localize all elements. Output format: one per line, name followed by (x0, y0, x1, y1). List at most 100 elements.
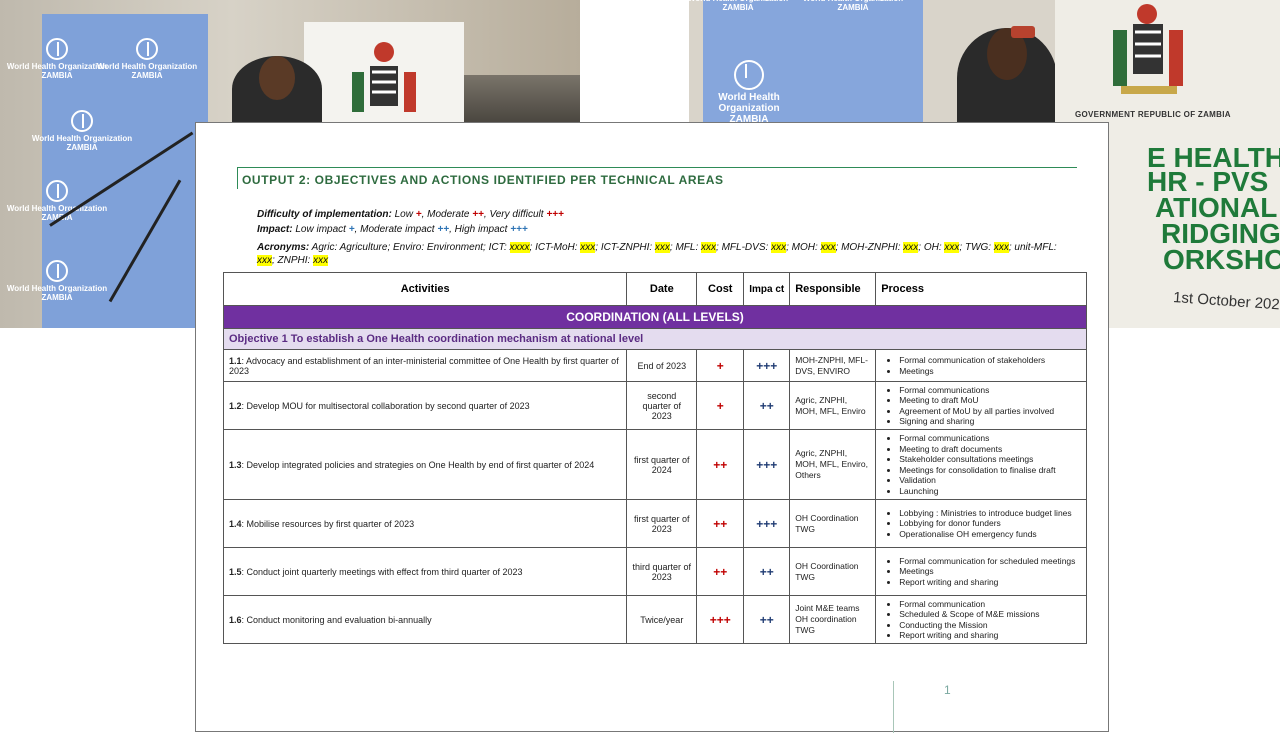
banner-label: World Health Organization (718, 92, 780, 114)
responsible-cell: Joint M&E teams OH coordination TWG (789, 595, 877, 644)
activity-id: 1.2 (229, 400, 242, 411)
header-responsible: Responsible (789, 272, 877, 306)
impact-low: Low impact (295, 224, 346, 235)
acronym-placeholder: xxxx (509, 242, 530, 253)
process-item: Formal communications (899, 385, 1081, 396)
page-number: 1 (944, 683, 951, 697)
wall-ornament (1011, 26, 1035, 38)
activity-cell: 1.5: Conduct joint quarterly meetings wi… (222, 547, 628, 596)
activity-cell: 1.4: Mobilise resources by first quarter… (222, 499, 628, 548)
acronym-placeholder: xxx (771, 242, 787, 253)
acronym-text: ; MOH: (786, 242, 818, 253)
banner-label: World Health Organization (6, 284, 108, 293)
table-row: 1.2: Develop MOU for multisectoral colla… (222, 381, 1087, 430)
banner-country: ZAMBIA (41, 293, 73, 302)
acronym-text: ; MFL-DVS: (716, 242, 769, 253)
who-banner-left: World Health Organization ZAMBIA World He… (7, 14, 208, 328)
difficulty-low: Low (394, 209, 413, 220)
difficulty-legend: Difficulty of implementation: Low +, Mod… (257, 209, 564, 220)
coat-of-arms-icon (352, 42, 416, 112)
process-item: Conducting the Mission (899, 620, 1081, 631)
impact-low-mark: + (348, 224, 355, 235)
cost-cell: + (696, 381, 745, 430)
impact-high-mark: +++ (510, 224, 528, 235)
difficulty-low-mark: + (415, 209, 422, 220)
banner-country: ZAMBIA (722, 3, 754, 12)
objective-row: Objective 1 To establish a One Health co… (223, 328, 1087, 350)
process-list: Formal communication for scheduled meeti… (881, 556, 1081, 588)
impact-cell: ++ (743, 595, 791, 644)
who-logo-icon (46, 180, 68, 202)
impact-cell: ++ (743, 547, 791, 596)
process-cell: Formal communicationsMeeting to draft do… (875, 429, 1087, 500)
process-item: Formal communication of stakeholders (899, 355, 1081, 366)
acronym-placeholder: xxx (580, 242, 596, 253)
section-title: COORDINATION (ALL LEVELS) (223, 305, 1087, 329)
responsible-cell: OH Coordination TWG (789, 547, 877, 596)
difficulty-label: Difficulty of implementation: (257, 209, 392, 220)
date-cell: second quarter of 2023 (626, 381, 698, 430)
process-item: Formal communication for scheduled meeti… (899, 556, 1081, 567)
responsible-cell: MOH-ZNPHI, MFL-DVS, ENVIRO (789, 349, 877, 382)
responsible-cell: OH Coordination TWG (789, 499, 877, 548)
process-cell: Lobbying : Ministries to introduce budge… (875, 499, 1087, 548)
process-item: Meetings (899, 566, 1081, 577)
banner-country: ZAMBIA (41, 71, 73, 80)
acronyms-legend: Acronyms: Agric: Agriculture; Enviro: En… (257, 241, 1057, 267)
process-list: Formal communicationsMeeting to draft do… (881, 433, 1081, 496)
acronym-placeholder: xxx (944, 242, 960, 253)
banner-country: ZAMBIA (66, 143, 98, 152)
event-title-line: ORKSHOP (1163, 244, 1280, 275)
acronym-placeholder: xxx (993, 242, 1009, 253)
impact-moderate: Moderate impact (360, 224, 435, 235)
process-item: Lobbying for donor funders (899, 518, 1081, 529)
process-item: Stakeholder consultations meetings (899, 454, 1081, 465)
activities-table: Activities Date Cost Impa ct Responsible… (222, 272, 1087, 644)
difficulty-moderate-mark: ++ (472, 209, 484, 220)
process-item: Report writing and sharing (899, 577, 1081, 588)
process-item: Operationalise OH emergency funds (899, 529, 1081, 540)
activity-cell: 1.1: Advocacy and establishment of an in… (222, 349, 628, 382)
responsible-cell: Agric, ZNPHI, MOH, MFL, Enviro (789, 381, 877, 430)
acronym-placeholder: xxx (701, 242, 717, 253)
cost-cell: ++ (696, 547, 745, 596)
date-cell: first quarter of 2023 (626, 499, 698, 548)
process-item: Launching (899, 486, 1081, 497)
government-label: GOVERNMENT REPUBLIC OF ZAMBIA (1075, 110, 1231, 119)
acronym-placeholder: xxx (820, 242, 836, 253)
activity-text: : Develop MOU for multisectoral collabor… (241, 400, 530, 411)
process-item: Meetings (899, 366, 1081, 377)
objective-title: Objective 1 To establish a One Health co… (223, 328, 1087, 350)
who-logo-icon (136, 38, 158, 60)
speaker-head (259, 56, 295, 100)
date-cell: Twice/year (626, 595, 698, 644)
activity-text: : Conduct monitoring and evaluation bi-a… (241, 614, 432, 625)
who-logo-icon (46, 38, 68, 60)
table-row: 1.3: Develop integrated policies and str… (222, 429, 1087, 500)
acronym-placeholder: xxx (257, 255, 272, 266)
cost-cell: ++ (696, 499, 745, 548)
coat-of-arms-icon (1113, 4, 1183, 94)
date-cell: first quarter of 2024 (626, 429, 698, 500)
process-item: Scheduled & Scope of M&E missions (899, 609, 1081, 620)
process-cell: Formal communication for scheduled meeti… (875, 547, 1087, 596)
cost-cell: + (696, 349, 745, 382)
who-logo-icon (46, 260, 68, 282)
activity-id: 1.1 (229, 355, 242, 366)
speaker-right (957, 28, 1057, 128)
output-heading: OUTPUT 2: OBJECTIVES AND ACTIONS IDENTIF… (237, 167, 1077, 189)
acronym-text: ; OH: (918, 242, 942, 253)
activity-text: : Mobilise resources by first quarter of… (241, 518, 415, 529)
responsible-cell: Agric, ZNPHI, MOH, MFL, Enviro, Others (789, 429, 877, 500)
cost-cell: +++ (696, 595, 745, 644)
document-page: OUTPUT 2: OBJECTIVES AND ACTIONS IDENTIF… (195, 122, 1109, 733)
header-process: Process (875, 272, 1087, 306)
process-item: Meeting to draft MoU (899, 395, 1081, 406)
process-item: Signing and sharing (899, 416, 1081, 427)
table-row: 1.6: Conduct monitoring and evaluation b… (222, 595, 1087, 644)
date-cell: End of 2023 (626, 349, 698, 382)
process-list: Formal communicationScheduled & Scope of… (881, 599, 1081, 641)
banner-label: World Health Organization (6, 204, 108, 213)
who-logo-icon (734, 60, 764, 90)
speaker-left (232, 56, 322, 122)
